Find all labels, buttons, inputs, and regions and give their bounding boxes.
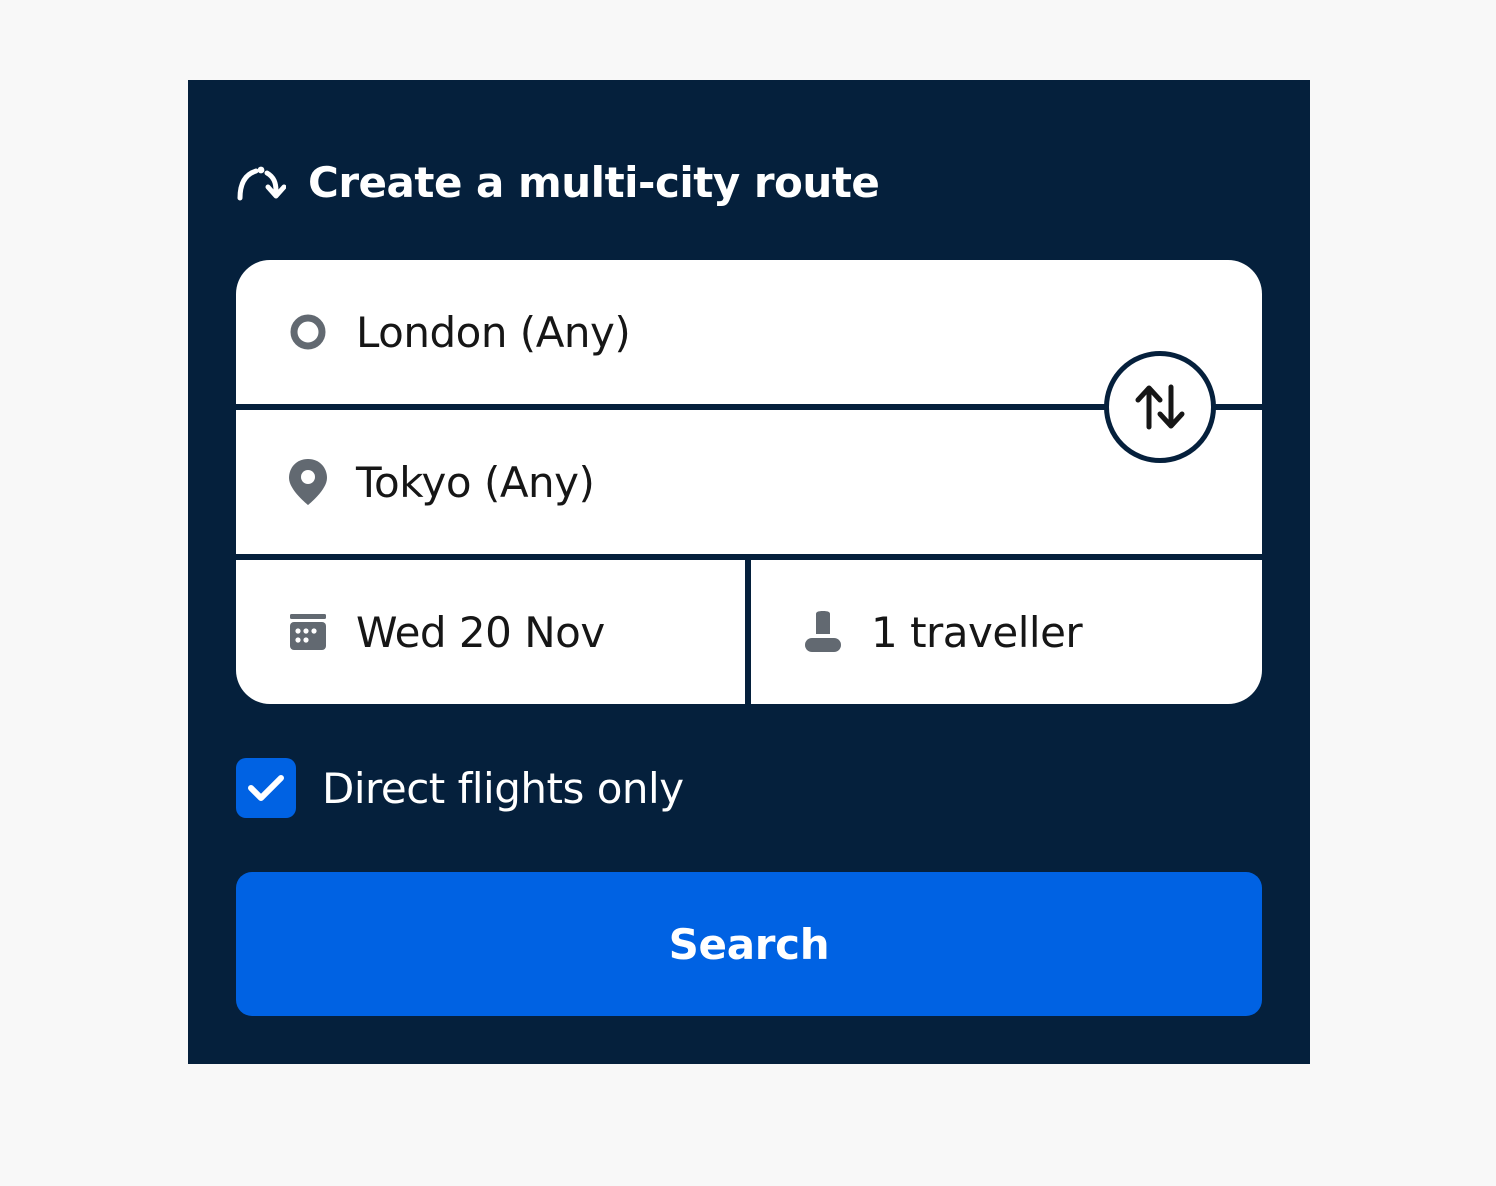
direct-flights-label: Direct flights only <box>322 763 684 813</box>
person-icon <box>801 610 845 654</box>
direct-flights-checkbox[interactable] <box>236 758 296 818</box>
panel-header[interactable]: Create a multi-city route <box>236 156 880 208</box>
origin-value: London (Any) <box>356 307 631 357</box>
date-value: Wed 20 Nov <box>356 607 605 657</box>
page-title: Create a multi-city route <box>308 157 880 207</box>
travellers-value: 1 traveller <box>871 607 1083 657</box>
checkmark-icon <box>248 775 284 801</box>
destination-field[interactable]: Tokyo (Any) <box>236 410 1262 554</box>
location-pin-icon <box>286 459 330 505</box>
swap-button[interactable] <box>1104 351 1216 463</box>
origin-circle-icon <box>286 310 330 354</box>
search-button[interactable]: Search <box>236 872 1262 1016</box>
destination-value: Tokyo (Any) <box>356 457 595 507</box>
date-field[interactable]: Wed 20 Nov <box>236 560 745 704</box>
travellers-field[interactable]: 1 traveller <box>751 560 1262 704</box>
search-form: London (Any) Tokyo (Any) Wed 20 Nov 1 tr… <box>236 260 1262 704</box>
multi-city-search-panel: Create a multi-city route London (Any) T… <box>188 80 1310 1064</box>
calendar-icon <box>286 610 330 654</box>
origin-field[interactable]: London (Any) <box>236 260 1262 404</box>
swap-arrows-icon <box>1135 384 1185 430</box>
multi-city-route-icon <box>237 166 286 201</box>
direct-flights-option[interactable]: Direct flights only <box>236 758 684 818</box>
